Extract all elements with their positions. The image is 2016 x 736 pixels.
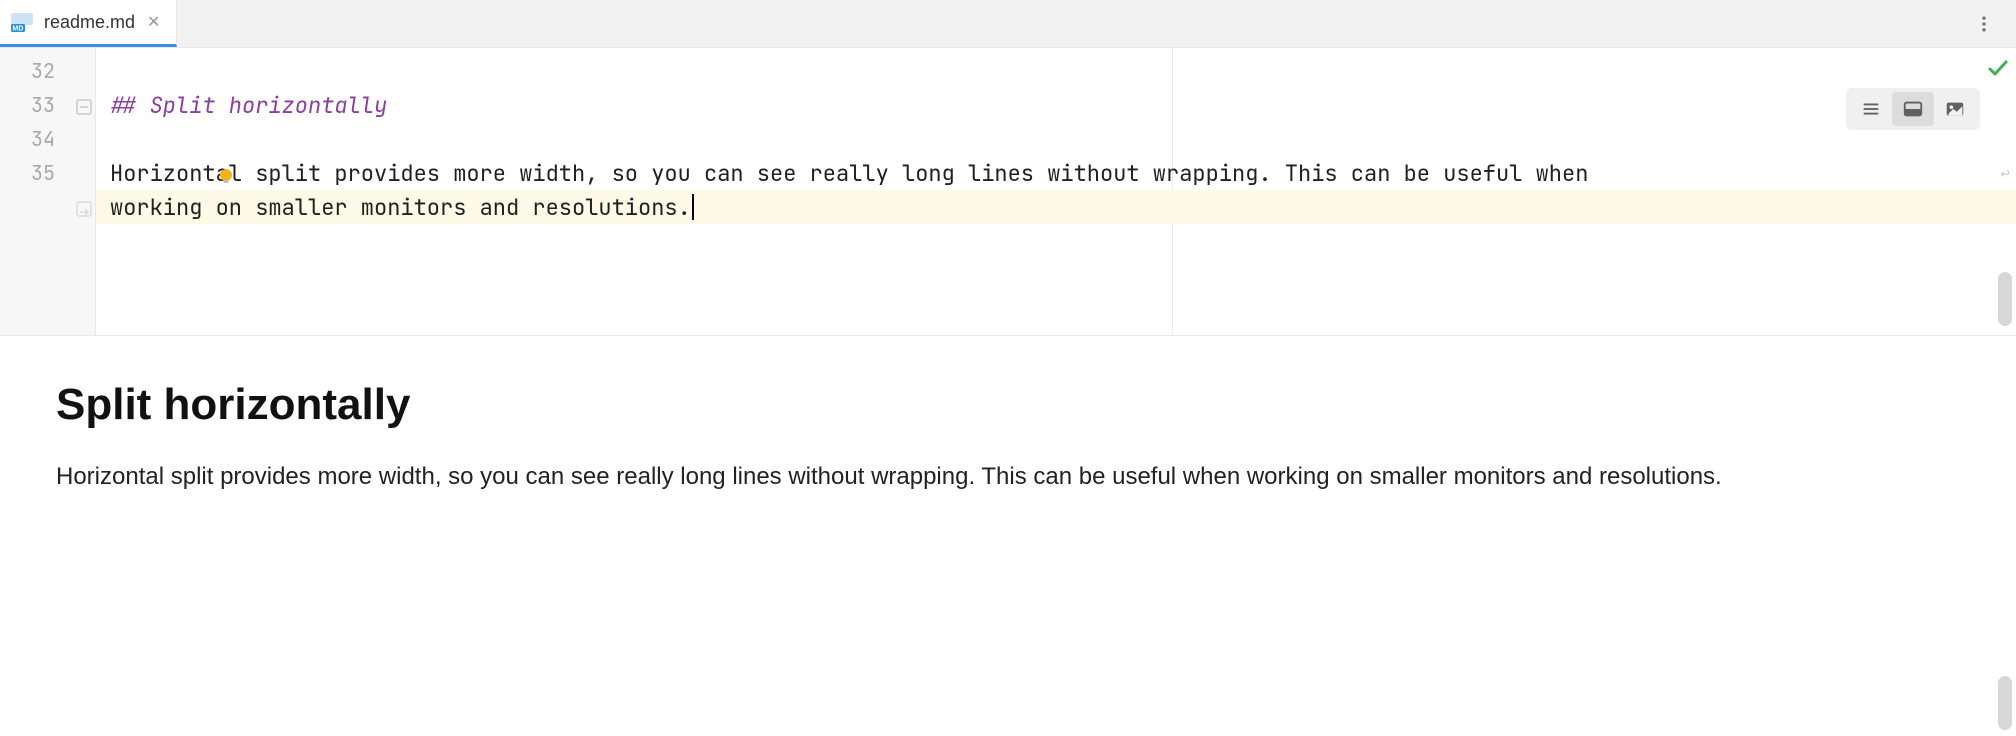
tabbar-more-button[interactable] xyxy=(1964,0,2004,47)
tab-filename: readme.md xyxy=(44,12,135,33)
svg-text:MD: MD xyxy=(13,26,24,33)
markdown-preview-pane: Split horizontally Horizontal split prov… xyxy=(0,336,2016,736)
preview-scrollbar-thumb[interactable] xyxy=(1998,676,2012,730)
tab-readme[interactable]: MD readme.md ✕ xyxy=(0,0,177,47)
view-mode-switch xyxy=(1846,88,1980,130)
markdown-file-icon: MD xyxy=(10,10,34,34)
inspection-ok-icon[interactable] xyxy=(1986,56,2010,80)
line-number[interactable]: 35 xyxy=(0,156,95,190)
view-mode-split-button[interactable] xyxy=(1892,92,1934,126)
code-editor[interactable]: ## Split horizontally Horizontal split p… xyxy=(96,48,2016,335)
fold-toggle-icon[interactable] xyxy=(75,96,93,114)
text-caret xyxy=(692,194,694,220)
code-line[interactable]: ## Split horizontally xyxy=(96,88,2016,122)
intention-bulb-icon[interactable] xyxy=(216,164,236,184)
preview-paragraph: Horizontal split provides more width, so… xyxy=(56,460,1936,495)
preview-heading: Split horizontally xyxy=(56,380,1960,430)
soft-wrap-marker-icon xyxy=(75,198,93,216)
close-icon[interactable]: ✕ xyxy=(145,12,162,32)
view-mode-preview-button[interactable] xyxy=(1934,92,1976,126)
markdown-heading: ## Split horizontally xyxy=(110,91,387,120)
code-line[interactable]: working on smaller monitors and resoluti… xyxy=(96,190,2016,224)
code-line[interactable] xyxy=(96,122,2016,156)
view-mode-source-button[interactable] xyxy=(1850,92,1892,126)
tab-bar: MD readme.md ✕ xyxy=(0,0,2016,48)
editor-scrollbar-thumb[interactable] xyxy=(1998,272,2012,326)
line-number[interactable] xyxy=(0,190,95,224)
line-number[interactable]: 34 xyxy=(0,122,95,156)
code-line[interactable]: Horizontal split provides more width, so… xyxy=(96,156,2016,190)
code-line[interactable] xyxy=(96,54,2016,88)
line-number[interactable]: 33 xyxy=(0,88,95,122)
editor-gutter: 32 33 34 35 xyxy=(0,48,96,335)
editor-pane: 32 33 34 35 ## Split horizontally Horizo… xyxy=(0,48,2016,336)
line-number[interactable]: 32 xyxy=(0,54,95,88)
